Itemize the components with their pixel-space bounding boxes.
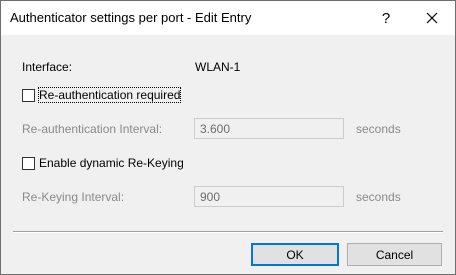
dialog-body: Interface: WLAN-1 Re-authentication requ… xyxy=(1,35,455,274)
help-icon: ? xyxy=(381,9,391,27)
help-button[interactable]: ? xyxy=(363,1,409,35)
rekeying-interval-unit: seconds xyxy=(356,190,401,204)
window-title: Authenticator settings per port - Edit E… xyxy=(10,10,252,25)
cancel-button[interactable]: Cancel xyxy=(347,243,442,266)
dynamic-rekeying-label[interactable]: Enable dynamic Re-Keying xyxy=(39,156,184,170)
reauth-interval-label: Re-authentication Interval: xyxy=(22,122,163,136)
dynamic-rekeying-checkbox[interactable]: Enable dynamic Re-Keying xyxy=(22,155,184,171)
ok-button[interactable]: OK xyxy=(251,243,339,266)
rekeying-interval-label: Re-Keying Interval: xyxy=(22,190,125,204)
separator xyxy=(13,231,443,233)
rekeying-interval-input[interactable]: 900 xyxy=(194,186,344,207)
interface-value: WLAN-1 xyxy=(195,60,241,74)
close-button[interactable] xyxy=(409,1,455,35)
reauth-required-label[interactable]: Re-authentication required xyxy=(37,87,182,103)
close-icon xyxy=(426,12,438,24)
title-bar[interactable]: Authenticator settings per port - Edit E… xyxy=(1,1,455,35)
interface-label: Interface: xyxy=(22,60,73,74)
dialog-window: Authenticator settings per port - Edit E… xyxy=(0,0,456,275)
reauth-interval-unit: seconds xyxy=(356,122,401,136)
reauth-required-checkbox[interactable]: Re-authentication required xyxy=(22,87,182,103)
dynamic-rekeying-checkbox-box[interactable] xyxy=(22,156,35,170)
reauth-interval-input[interactable]: 3.600 xyxy=(194,118,344,139)
reauth-required-checkbox-box[interactable] xyxy=(22,88,35,102)
